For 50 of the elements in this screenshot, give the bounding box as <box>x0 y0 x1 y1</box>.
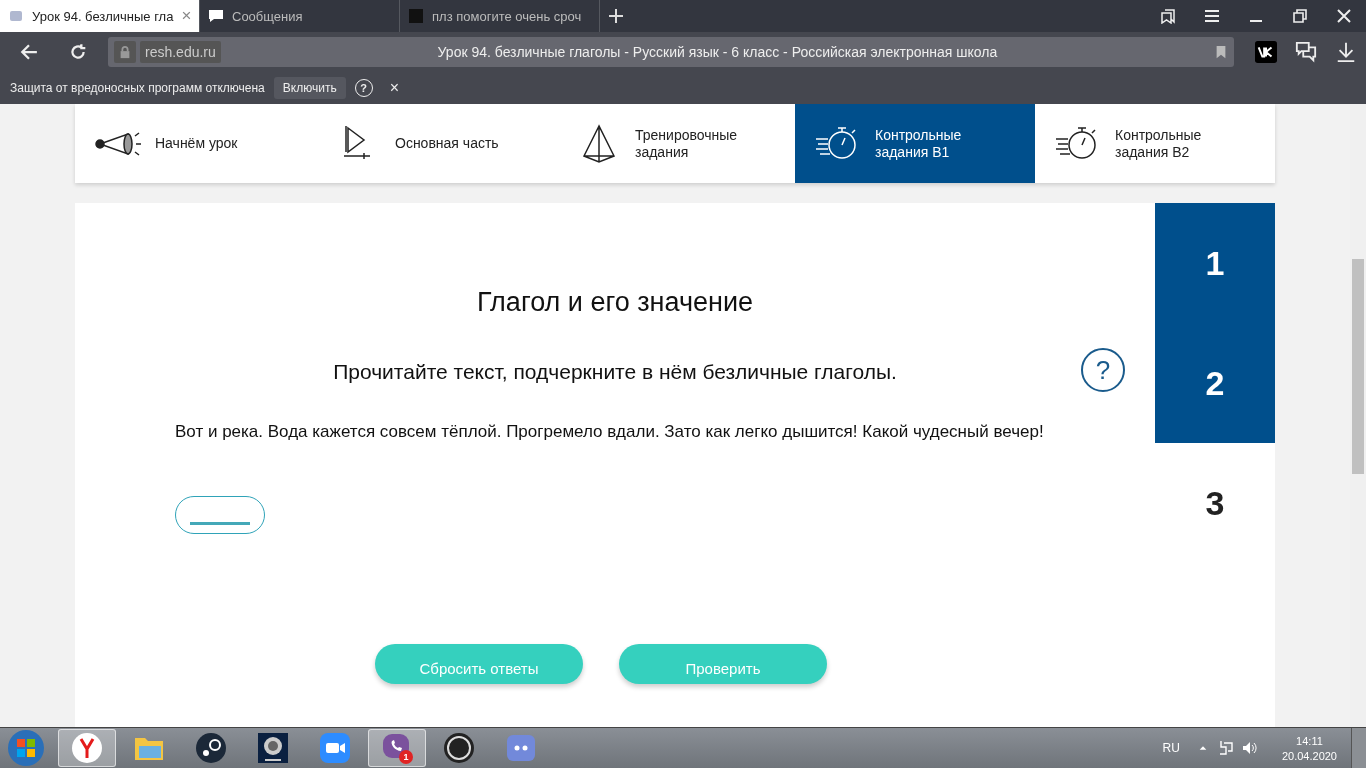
page-title: Урок 94. безличные глаголы - Русский язык - 6 класс - Российская электронная школа <box>436 44 999 60</box>
zoom-icon <box>319 732 351 764</box>
menu-icon[interactable] <box>1204 8 1220 24</box>
task-number[interactable]: 1 <box>1155 203 1275 323</box>
task-instruction: Прочитайте текст, подчеркните в нём безличные глаголы. <box>333 360 897 384</box>
site-icon <box>208 8 224 24</box>
vk-icon[interactable] <box>1255 41 1277 63</box>
webcam-icon <box>257 732 289 764</box>
browser-tab[interactable]: Урок 94. безличные гла × <box>0 0 200 32</box>
clock-date[interactable]: 20.04.2020 <box>1281 749 1337 762</box>
close-button[interactable]: × <box>389 79 399 97</box>
volume-icon[interactable] <box>1241 740 1258 756</box>
discord-icon <box>505 732 537 764</box>
language-indicator[interactable]: RU <box>1162 741 1180 755</box>
clock-time[interactable]: 14:11 <box>1296 734 1323 747</box>
chat-icon[interactable] <box>1295 41 1317 63</box>
back-icon[interactable] <box>20 43 38 61</box>
lock-icon <box>114 41 136 63</box>
close-tab-button[interactable]: × <box>181 6 192 26</box>
lesson-nav-item[interactable]: Контрольные задания В2 <box>1035 104 1275 183</box>
lesson-nav-item[interactable]: Контрольные задания В1 <box>795 104 1035 183</box>
obs-icon <box>443 732 475 764</box>
yandex-icon <box>71 732 103 764</box>
task-text: Вот и река. Вода кажется совсем тёплой. Прогремело вдали. Зато как легко дышится! Какой чудесный вечер! <box>175 421 1045 443</box>
bookmark-icon[interactable] <box>1214 45 1228 59</box>
lesson-nav-item[interactable]: Начнём урок <box>75 104 315 183</box>
lesson-nav-item[interactable]: Тренировочные задания <box>555 104 795 183</box>
close-icon[interactable] <box>1336 8 1352 24</box>
start-button[interactable] <box>6 728 46 768</box>
new-tab-icon[interactable] <box>608 8 624 24</box>
task-number[interactable]: 3 <box>1155 443 1275 563</box>
domain-label: resh.edu.ru <box>140 41 221 63</box>
scrollbar-thumb[interactable] <box>1352 259 1364 474</box>
site-icon <box>8 8 24 24</box>
restore-icon[interactable] <box>1292 8 1308 24</box>
enable-button[interactable]: Включить <box>273 77 346 99</box>
reload-icon[interactable] <box>69 43 87 61</box>
network-icon[interactable] <box>1217 740 1234 756</box>
help-button[interactable]: ? <box>1081 348 1125 392</box>
notice-text: Защита от вредоносных программ отключена <box>10 81 265 95</box>
notification-badge: 1 <box>399 750 413 764</box>
site-icon <box>408 8 424 24</box>
task-number[interactable]: 2 <box>1155 323 1275 443</box>
download-icon[interactable] <box>1335 41 1357 63</box>
taskbar-app[interactable]: 1 <box>368 729 426 767</box>
address-bar[interactable]: resh.edu.ru Урок 94. безличные глаголы - Русский язык - 6 класс - Российская электронная школа <box>108 37 1234 67</box>
steam-icon <box>195 732 227 764</box>
bookmarks-icon[interactable] <box>1160 8 1176 24</box>
lesson-nav-item[interactable]: Основная часть <box>315 104 555 183</box>
task-title: Глагол и его значение <box>476 287 754 318</box>
